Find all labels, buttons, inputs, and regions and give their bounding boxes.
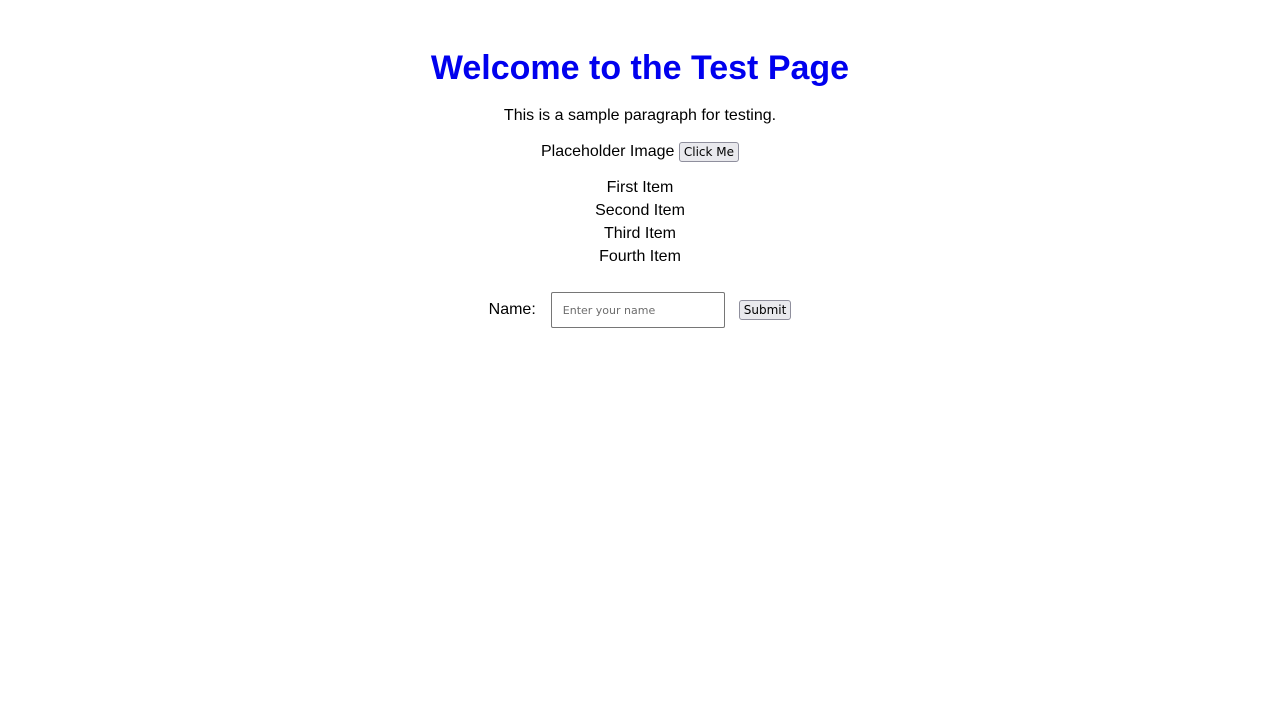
page-title: Welcome to the Test Page [430,49,850,87]
intro-paragraph: This is a sample paragraph for testing. [503,107,777,124]
name-form: Name: Submit [0,292,1280,329]
name-input[interactable] [550,292,725,329]
name-label: Name: [488,301,536,319]
click-me-button[interactable]: Click Me [678,142,740,162]
placeholder-image: Placeholder Image [540,143,675,160]
item-list: First Item Second Item Third Item Fourth… [0,176,1280,268]
submit-button[interactable]: Submit [738,300,792,321]
image-row: Placeholder Image Click Me [0,140,1280,164]
list-item: Second Item [595,202,685,220]
list-item: Fourth Item [599,248,681,266]
list-item: Third Item [603,225,676,243]
page-content: Welcome to the Test Page This is a sampl… [0,0,1280,329]
list-item: First Item [606,179,674,197]
